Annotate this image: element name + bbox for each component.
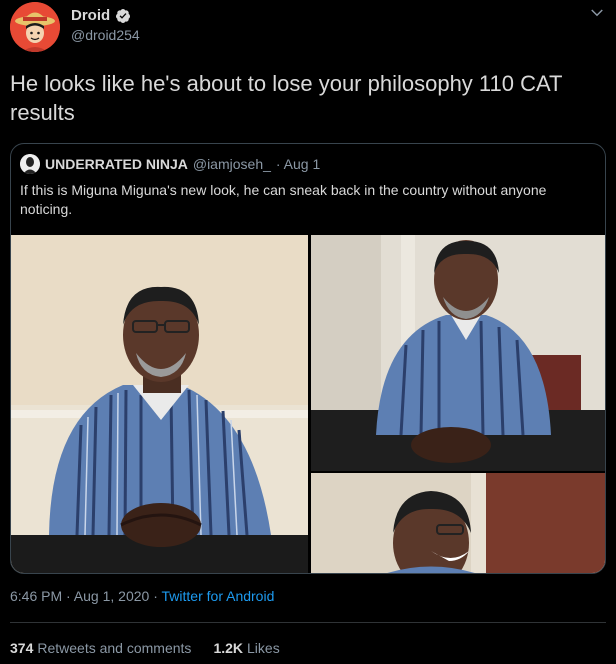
verified-icon (116, 8, 131, 23)
likes-stat[interactable]: 1.2K Likes (213, 640, 279, 656)
quoted-handle: @iamjoseh_ (192, 156, 271, 172)
retweets-count: 374 (10, 640, 34, 656)
photo-3[interactable] (311, 473, 605, 573)
display-name-row: Droid (71, 7, 140, 24)
meta-separator: · (149, 588, 162, 604)
tweet: Droid @droid254 He looks like he's about… (0, 0, 616, 664)
tweet-header: Droid @droid254 (10, 2, 606, 54)
tweet-meta: 6:46 PM · Aug 1, 2020 · Twitter for Andr… (10, 588, 274, 604)
retweets-label: Retweets and comments (37, 640, 192, 656)
timestamp[interactable]: 6:46 PM · Aug 1, 2020 (10, 588, 149, 604)
tweet-text: He looks like he's about to lose your ph… (10, 71, 563, 125)
handle[interactable]: @droid254 (71, 27, 140, 43)
author-names: Droid @droid254 (71, 7, 140, 43)
display-name[interactable]: Droid (71, 7, 110, 24)
quoted-tweet-text: If this is Miguna Miguna's new look, he … (20, 182, 547, 217)
quoted-date: · Aug 1 (275, 156, 321, 172)
photo-2[interactable] (311, 235, 605, 471)
quoted-avatar (20, 154, 40, 174)
retweets-stat[interactable]: 374 Retweets and comments (10, 640, 191, 656)
quoted-display-name: UNDERRATED NINJA (45, 156, 188, 172)
avatar[interactable] (10, 2, 60, 52)
divider (10, 622, 606, 623)
photo-1[interactable] (11, 235, 308, 573)
chevron-down-icon[interactable] (588, 4, 606, 22)
quoted-tweet[interactable]: UNDERRATED NINJA @iamjoseh_ · Aug 1 If t… (10, 143, 606, 574)
photo-grid (11, 235, 605, 573)
tweet-stats: 374 Retweets and comments 1.2K Likes (10, 640, 280, 656)
quoted-tweet-header: UNDERRATED NINJA @iamjoseh_ · Aug 1 (20, 154, 320, 174)
likes-label: Likes (247, 640, 280, 656)
likes-count: 1.2K (213, 640, 244, 656)
source-link[interactable]: Twitter for Android (162, 588, 275, 604)
